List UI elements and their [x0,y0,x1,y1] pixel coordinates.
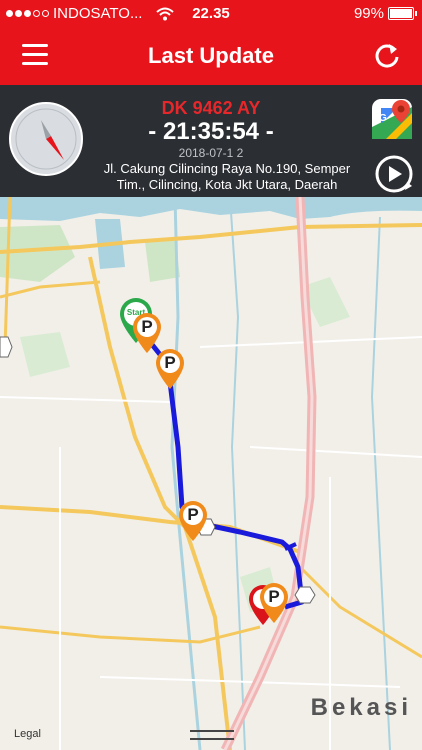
legal-link[interactable]: Legal [14,728,41,740]
last-update-time: - 21:35:54 - [148,118,274,145]
map-city-label: Bekasi [310,694,412,721]
parking-marker-label: P [141,317,153,336]
parking-marker-label: P [187,505,199,524]
map-canvas [0,197,422,750]
parking-marker-label: P [268,587,280,606]
parking-marker[interactable]: P [155,349,185,391]
status-bar: INDOSATO... 22.35 99% [0,0,422,28]
refresh-button[interactable] [372,40,402,70]
map-view[interactable]: Start P P P E P Bekasi Legal [0,197,422,750]
address-line-1: Jl. Cakung Cilincing Raya No.190, Semper [103,161,351,176]
playback-button[interactable] [374,154,414,194]
vehicle-info-panel: DK 9462 AY - 21:35:54 - 2018-07-1 2 Jl. … [0,85,422,197]
parking-marker-label: P [164,353,176,372]
battery-icon [388,7,417,20]
parking-marker[interactable]: P [178,501,208,543]
nav-bar: Last Update [0,28,422,85]
battery-percent: 99% [353,5,384,22]
page-title: Last Update [148,43,274,68]
google-maps-button[interactable]: G [370,97,414,141]
vehicle-address: Jl. Cakung Cilincing Raya No.190, Semper… [82,161,372,193]
parking-marker[interactable]: P [259,583,289,625]
last-update-date: 2018-07-1 2 [178,146,244,160]
status-right: 99% [353,5,417,22]
vehicle-plate: DK 9462 AY [161,98,261,118]
address-line-2: Tim., Cilincing, Kota Jkt Utara, Daerah [116,177,338,192]
svg-text:G: G [379,113,387,124]
drag-handle[interactable] [190,730,234,740]
